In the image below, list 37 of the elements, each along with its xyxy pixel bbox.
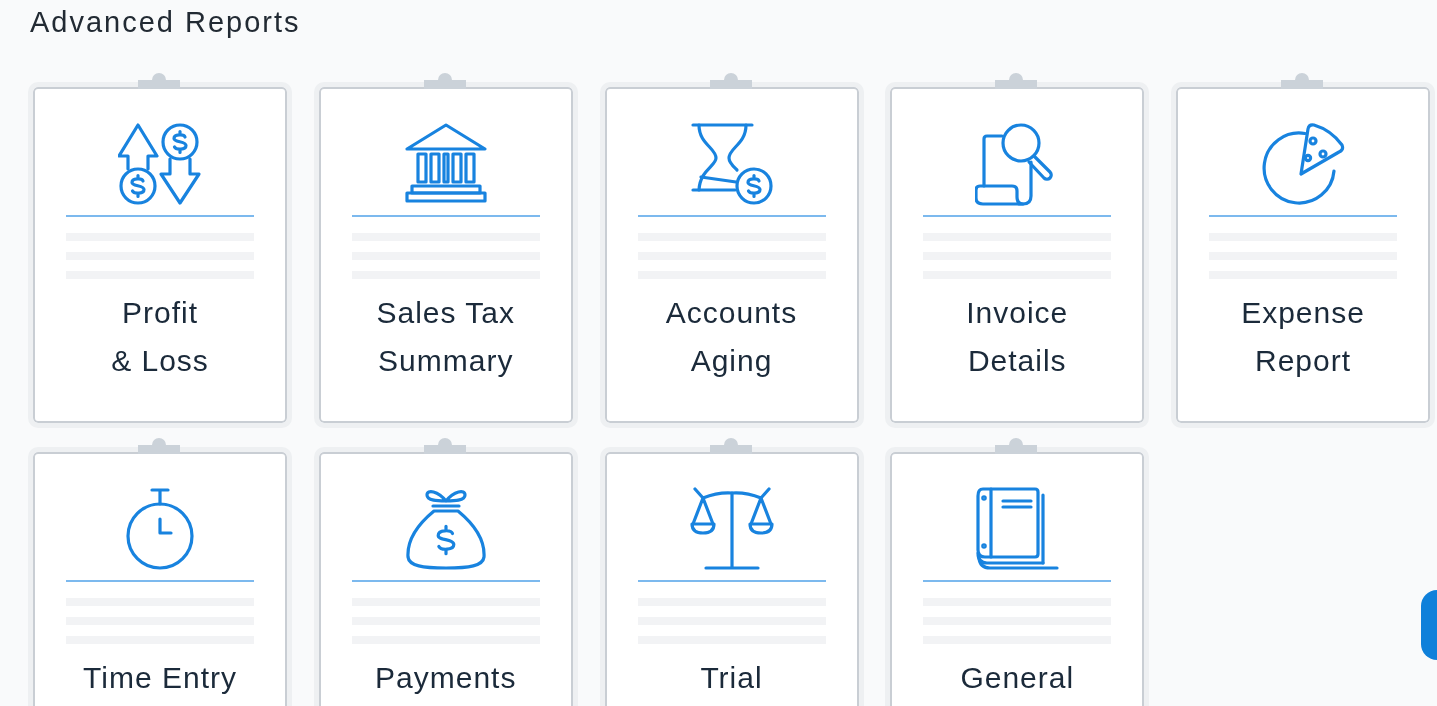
bank-icon [403, 122, 488, 206]
money-bag-icon [404, 487, 487, 571]
clipboard-clip-icon [423, 73, 466, 89]
report-card[interactable]: Accounts Aging [599, 82, 864, 428]
pie-slice-icon [1261, 122, 1345, 206]
page-title: Advanced Reports [30, 5, 301, 39]
report-label: Time Entry [83, 660, 237, 696]
report-label: Expense Report [1241, 295, 1365, 379]
report-card[interactable]: Time Entry [28, 447, 292, 706]
hourglass-coin-icon [689, 122, 774, 206]
report-card[interactable]: General [885, 447, 1150, 706]
report-label: General [960, 660, 1075, 696]
report-label: Trial [700, 660, 763, 696]
report-label: Accounts Aging [665, 295, 798, 379]
report-label: Invoice Details [966, 295, 1069, 379]
report-card[interactable]: Invoice Details [885, 82, 1150, 428]
clipboard-clip-icon [423, 438, 466, 454]
book-icon [975, 487, 1060, 571]
clipboard-clip-icon [1281, 73, 1323, 89]
scales-icon [689, 487, 774, 571]
report-card[interactable]: Trial [599, 447, 864, 706]
report-card[interactable]: Sales Tax Summary [313, 82, 578, 428]
clipboard-clip-icon [995, 73, 1038, 89]
report-label: Payments [375, 660, 517, 696]
clipboard-clip-icon [138, 438, 180, 454]
report-card[interactable]: Profit & Loss [28, 82, 292, 428]
report-card[interactable]: Payments [313, 447, 578, 706]
arrows-coins-icon [118, 122, 202, 206]
stopwatch-icon [124, 487, 196, 571]
report-label: Profit & Loss [111, 295, 209, 379]
clipboard-clip-icon [995, 438, 1038, 454]
clipboard-clip-icon [709, 438, 752, 454]
report-card[interactable]: Expense Report [1171, 82, 1435, 428]
clipboard-clip-icon [138, 73, 180, 89]
floating-action-button[interactable] [1421, 590, 1437, 660]
report-label: Sales Tax Summary [376, 295, 515, 379]
clipboard-clip-icon [709, 73, 752, 89]
